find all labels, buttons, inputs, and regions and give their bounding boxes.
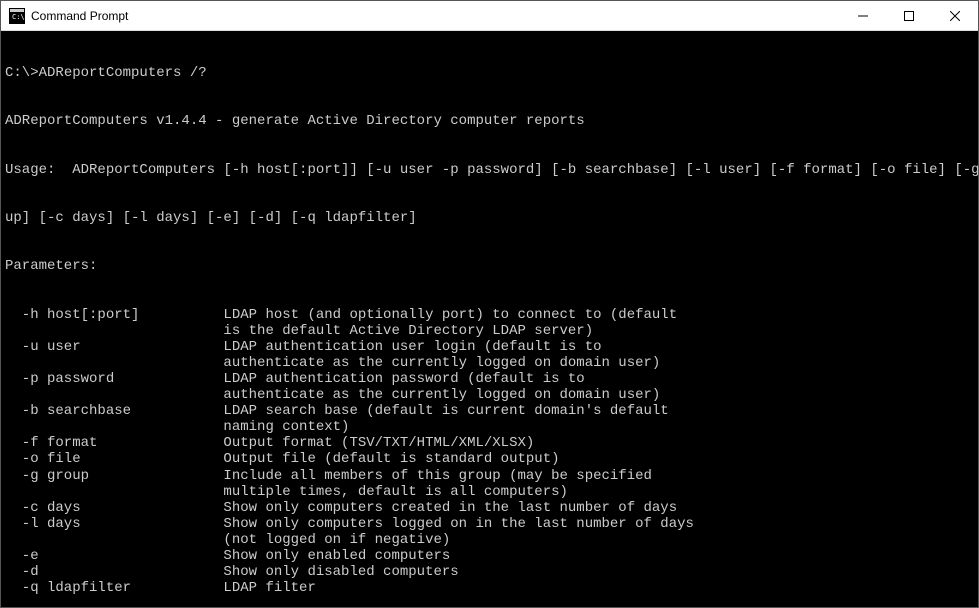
param-row: -c days Show only computers created in t… <box>5 500 974 516</box>
param-row: -q ldapfilter LDAP filter <box>5 580 974 596</box>
command-prompt-window: C:\ Command Prompt C:\>ADReportComputers… <box>0 0 979 608</box>
param-continuation: multiple times, default is all computers… <box>5 484 974 500</box>
cmd-icon: C:\ <box>9 8 25 24</box>
param-row: -u user LDAP authentication user login (… <box>5 339 974 355</box>
maximize-icon <box>904 11 914 21</box>
parameters-label: Parameters: <box>5 258 974 274</box>
param-row: -d Show only disabled computers <box>5 564 974 580</box>
param-continuation: is the default Active Directory LDAP ser… <box>5 323 974 339</box>
param-continuation: (not logged on if negative) <box>5 532 974 548</box>
terminal-area[interactable]: C:\>ADReportComputers /? ADReportCompute… <box>1 31 978 607</box>
window-controls <box>840 1 978 30</box>
minimize-icon <box>858 11 868 21</box>
window-title: Command Prompt <box>31 9 840 23</box>
titlebar[interactable]: C:\ Command Prompt <box>1 1 978 31</box>
parameters-list: -h host[:port] LDAP host (and optionally… <box>5 307 974 597</box>
param-row: -o file Output file (default is standard… <box>5 451 974 467</box>
param-continuation: naming context) <box>5 419 974 435</box>
minimize-button[interactable] <box>840 1 886 30</box>
command-1: ADReportComputers /? <box>39 65 207 81</box>
close-icon <box>950 11 960 21</box>
param-row: -b searchbase LDAP search base (default … <box>5 403 974 419</box>
param-continuation: authenticate as the currently logged on … <box>5 355 974 371</box>
close-button[interactable] <box>932 1 978 30</box>
param-row: -h host[:port] LDAP host (and optionally… <box>5 307 974 323</box>
svg-text:C:\: C:\ <box>12 13 25 21</box>
prompt-line-1: C:\>ADReportComputers /? <box>5 65 974 81</box>
usage-line-2: up] [-c days] [-l days] [-e] [-d] [-q ld… <box>5 210 974 226</box>
prompt-1: C:\> <box>5 65 39 81</box>
param-row: -l days Show only computers logged on in… <box>5 516 974 532</box>
param-row: -p password LDAP authentication password… <box>5 371 974 387</box>
usage-line: Usage: ADReportComputers [-h host[:port]… <box>5 162 974 178</box>
maximize-button[interactable] <box>886 1 932 30</box>
param-row: -e Show only enabled computers <box>5 548 974 564</box>
header-line: ADReportComputers v1.4.4 - generate Acti… <box>5 113 974 129</box>
param-row: -f format Output format (TSV/TXT/HTML/XM… <box>5 435 974 451</box>
param-continuation: authenticate as the currently logged on … <box>5 387 974 403</box>
param-row: -g group Include all members of this gro… <box>5 468 974 484</box>
